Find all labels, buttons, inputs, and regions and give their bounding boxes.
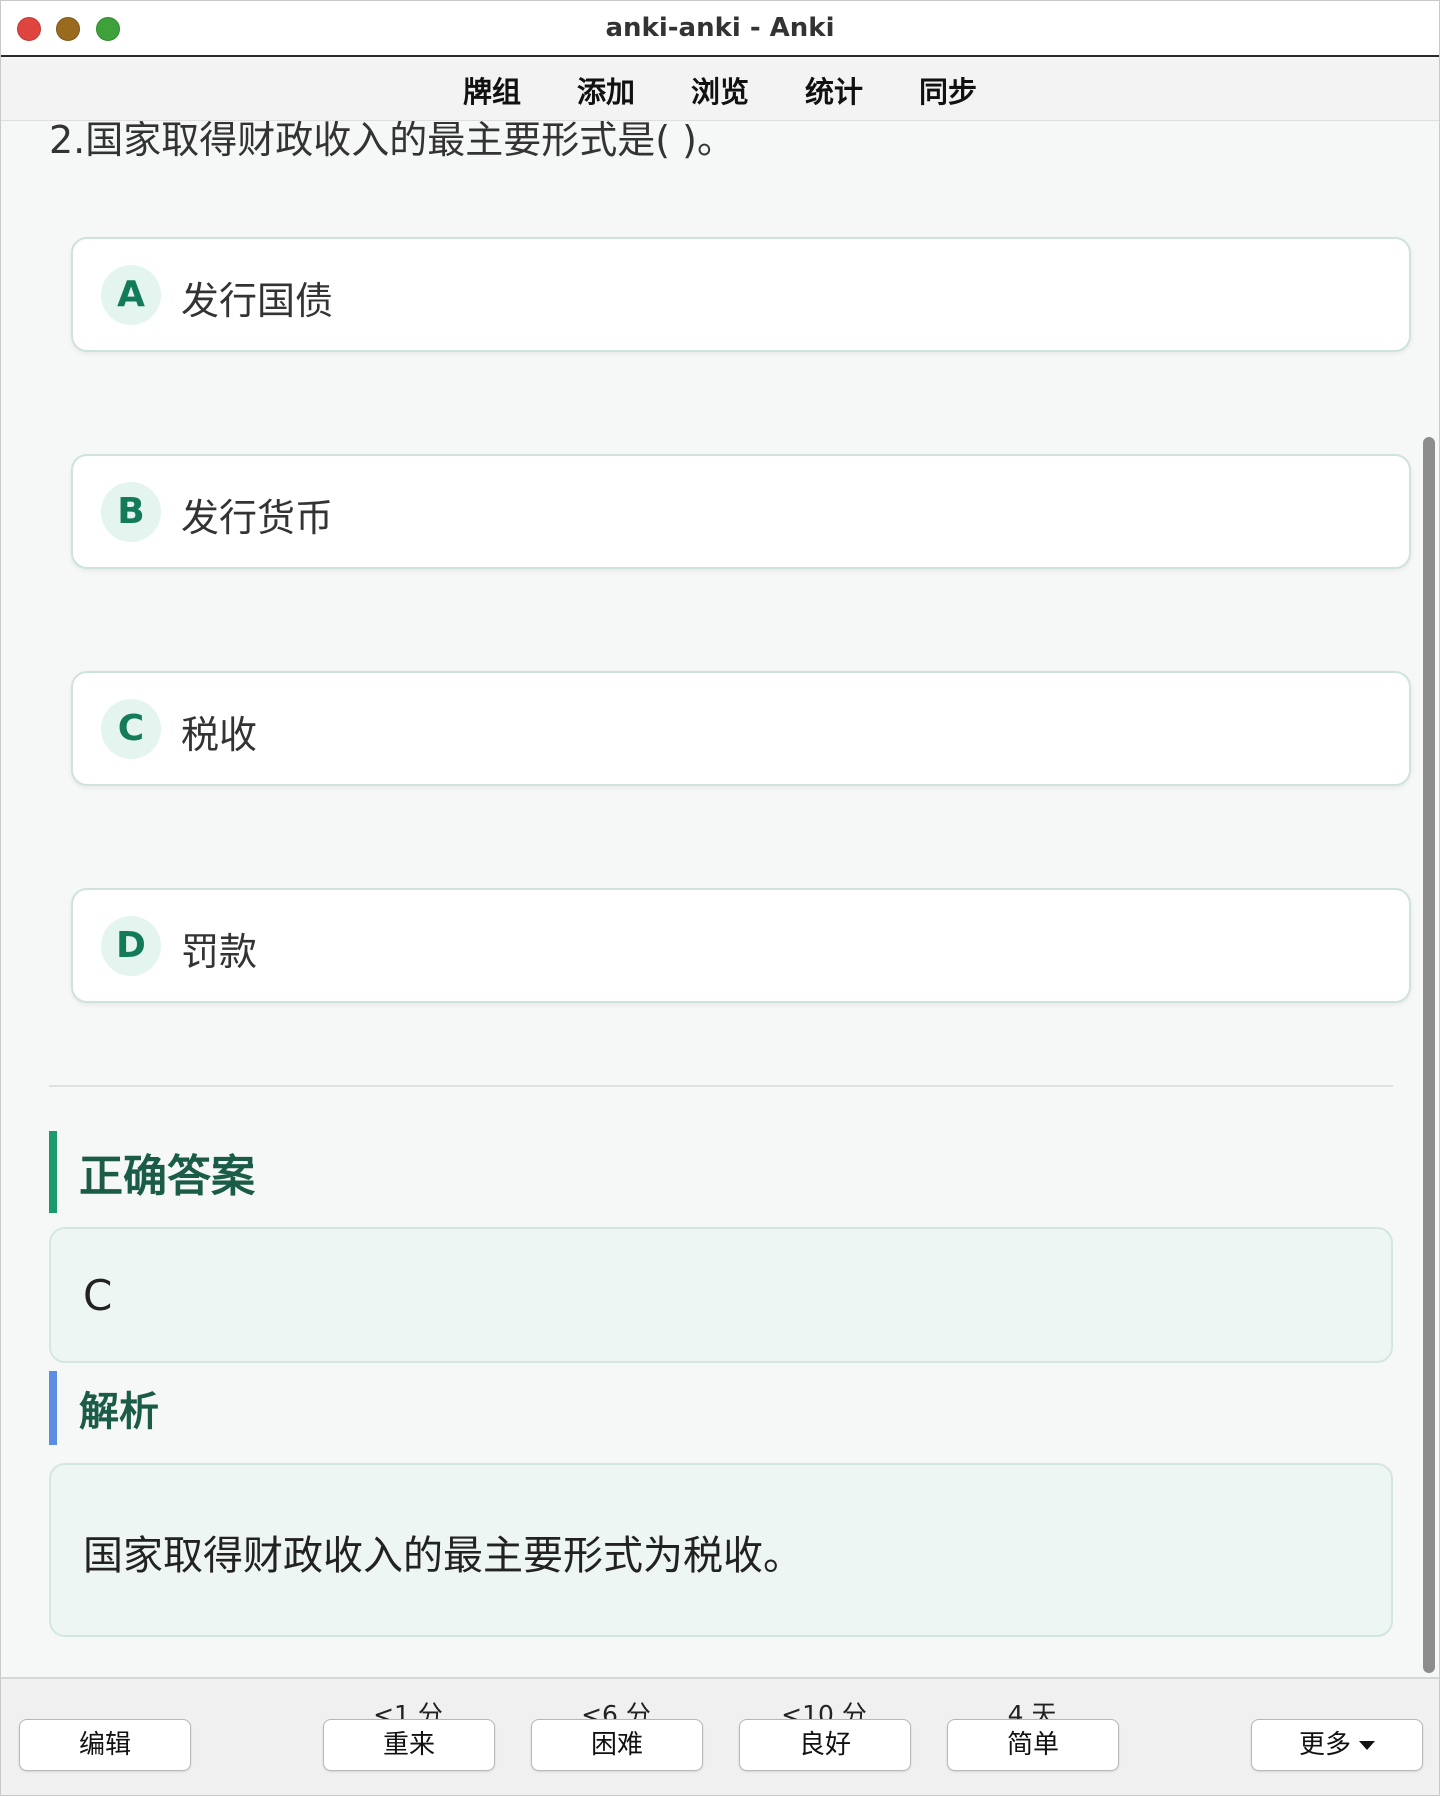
chevron-down-icon bbox=[1359, 1741, 1375, 1750]
toolbar-sync[interactable]: 同步 bbox=[891, 69, 1005, 111]
explanation-text: 国家取得财政收入的最主要形式为税收。 bbox=[83, 1533, 803, 1579]
toolbar-add[interactable]: 添加 bbox=[549, 69, 663, 111]
toolbar-decks[interactable]: 牌组 bbox=[435, 69, 549, 111]
explanation-heading: 解析 bbox=[49, 1371, 159, 1445]
option-text: 罚款 bbox=[181, 930, 258, 974]
option-letter-badge: C bbox=[101, 699, 161, 759]
option-c[interactable]: C 税收 bbox=[71, 671, 1411, 786]
window-title: anki-anki - Anki bbox=[605, 13, 835, 43]
vertical-scrollbar[interactable] bbox=[1423, 437, 1435, 1673]
option-b[interactable]: B 发行货币 bbox=[71, 454, 1411, 569]
toolbar-browse[interactable]: 浏览 bbox=[663, 69, 777, 111]
edit-button[interactable]: 编辑 bbox=[19, 1719, 191, 1771]
correct-answer-text: C bbox=[83, 1271, 113, 1320]
correct-answer-heading: 正确答案 bbox=[49, 1131, 255, 1213]
explanation-box: 国家取得财政收入的最主要形式为税收。 bbox=[49, 1463, 1393, 1637]
option-a[interactable]: A 发行国债 bbox=[71, 237, 1411, 352]
again-button[interactable]: 重来 bbox=[323, 1719, 495, 1771]
good-button[interactable]: 良好 bbox=[739, 1719, 911, 1771]
answer-divider bbox=[49, 1085, 1393, 1087]
option-text: 发行国债 bbox=[181, 279, 334, 323]
option-letter-badge: A bbox=[101, 265, 161, 325]
anki-window: anki-anki - Anki 牌组 添加 浏览 统计 同步 2.国家取得财政… bbox=[0, 0, 1440, 1796]
main-toolbar: 牌组 添加 浏览 统计 同步 bbox=[1, 59, 1439, 121]
option-text: 税收 bbox=[181, 713, 258, 757]
hard-button[interactable]: 困难 bbox=[531, 1719, 703, 1771]
correct-answer-box: C bbox=[49, 1227, 1393, 1363]
option-letter-badge: B bbox=[101, 482, 161, 542]
more-button-label: 更多 bbox=[1298, 1730, 1351, 1760]
option-text: 发行货币 bbox=[181, 496, 334, 540]
card-content: 2.国家取得财政收入的最主要形式是( )。 A 发行国债 B 发行货币 C 税收… bbox=[1, 121, 1421, 1677]
title-bar: anki-anki - Anki bbox=[1, 1, 1439, 57]
toolbar-stats[interactable]: 统计 bbox=[777, 69, 891, 111]
question-text: 2.国家取得财政收入的最主要形式是( )。 bbox=[49, 121, 735, 162]
more-button[interactable]: 更多 bbox=[1251, 1719, 1423, 1771]
review-bottom-bar: 编辑 <1 分 重来 <6 分 困难 <10 分 良好 4 天 简单 更多 bbox=[1, 1677, 1439, 1795]
option-letter-badge: D bbox=[101, 916, 161, 976]
option-d[interactable]: D 罚款 bbox=[71, 888, 1411, 1003]
easy-button[interactable]: 简单 bbox=[947, 1719, 1119, 1771]
